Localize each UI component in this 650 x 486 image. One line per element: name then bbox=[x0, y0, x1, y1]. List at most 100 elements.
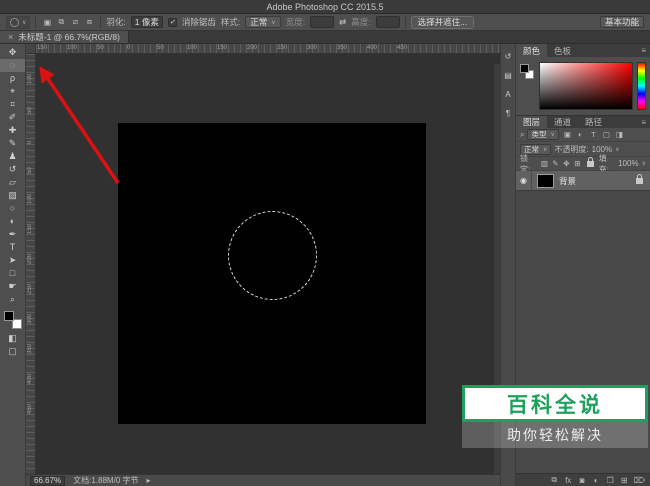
ruler-origin-corner[interactable] bbox=[26, 44, 36, 54]
subtract-selection-icon[interactable]: ⧄ bbox=[69, 16, 81, 28]
fill-value[interactable]: 100% bbox=[618, 159, 638, 168]
feather-input[interactable]: 1 像素 bbox=[131, 16, 163, 28]
tool-preset-picker[interactable]: ∨ bbox=[6, 16, 30, 29]
clone-stamp-tool[interactable]: ♟ bbox=[0, 150, 25, 163]
layer-name: 背景 bbox=[559, 175, 576, 187]
lasso-tool[interactable]: ρ bbox=[0, 72, 25, 85]
layer-group-icon[interactable]: ❒ bbox=[606, 476, 615, 485]
panel-menu-icon[interactable]: ≡ bbox=[637, 44, 650, 57]
hand-tool[interactable]: ☛ bbox=[0, 280, 25, 293]
workspace-switcher[interactable]: 基本功能 bbox=[600, 16, 644, 28]
tool-icon: ✒ bbox=[9, 230, 17, 239]
crop-tool[interactable]: ⌗ bbox=[0, 98, 25, 111]
tab-color[interactable]: 颜色 bbox=[516, 44, 547, 57]
shape-filter-icon[interactable]: ▢ bbox=[601, 129, 612, 140]
layer-effects-icon[interactable]: fx bbox=[564, 476, 573, 485]
lock-transparency-icon[interactable]: ▨ bbox=[539, 159, 549, 169]
tab-channels[interactable]: 通道 bbox=[547, 116, 578, 128]
history-brush-tool[interactable]: ↺ bbox=[0, 163, 25, 176]
elliptical-selection-marquee[interactable] bbox=[228, 211, 317, 300]
layer-visibility-toggle[interactable]: ◉ bbox=[516, 171, 532, 191]
lock-all-icon[interactable] bbox=[587, 161, 593, 167]
foreground-color-swatch[interactable] bbox=[520, 64, 529, 73]
elliptical-marquee-icon bbox=[10, 18, 19, 27]
tool-icon: ✐ bbox=[9, 113, 17, 122]
panel-menu-icon[interactable]: ≡ bbox=[637, 116, 650, 128]
blur-tool[interactable]: ○ bbox=[0, 202, 25, 215]
add-selection-icon[interactable]: ⧉ bbox=[55, 16, 67, 28]
check-icon: ✓ bbox=[169, 18, 175, 26]
lock-paint-icon[interactable]: ✎ bbox=[550, 159, 560, 169]
anti-alias-checkbox[interactable]: ✓ bbox=[168, 18, 177, 27]
watermark-title: 百科全说 bbox=[462, 385, 648, 422]
tab-paths[interactable]: 路径 bbox=[578, 116, 609, 128]
link-layers-icon[interactable]: ⧉ bbox=[550, 475, 559, 485]
tab-layers[interactable]: 图层 bbox=[516, 116, 547, 128]
close-tab-icon[interactable]: × bbox=[8, 32, 13, 42]
ruler-number: 300 bbox=[306, 44, 336, 53]
smart-object-filter-icon[interactable]: ◨ bbox=[614, 129, 625, 140]
intersect-selection-icon[interactable]: ⧈ bbox=[83, 16, 95, 28]
ruler-number: 200 bbox=[27, 234, 35, 264]
eraser-tool[interactable]: ▱ bbox=[0, 176, 25, 189]
paragraph-panel-icon[interactable]: ¶ bbox=[502, 107, 514, 119]
pixel-filter-icon[interactable]: ▣ bbox=[562, 129, 573, 140]
chevron-down-icon: ∨ bbox=[543, 146, 547, 153]
type-filter-icon[interactable]: T bbox=[588, 129, 599, 140]
quick-selection-tool[interactable]: ⌖ bbox=[0, 85, 25, 98]
delete-layer-icon[interactable]: ⌦ bbox=[634, 476, 645, 485]
tool-list: ✥ ◌ ρ ⌖ ⌗ ✐ ✚ bbox=[0, 46, 25, 306]
zoom-level-field[interactable]: 66.67% bbox=[30, 476, 65, 486]
path-selection-tool[interactable]: ➤ bbox=[0, 254, 25, 267]
lock-position-icon[interactable]: ✥ bbox=[561, 159, 571, 169]
ruler-number: 100 bbox=[27, 174, 35, 204]
tab-swatches[interactable]: 色板 bbox=[547, 44, 578, 57]
tool-icon: ⌗ bbox=[10, 100, 15, 109]
document-size-info: 文档:1.88M/0 字节 bbox=[73, 475, 138, 486]
layer-thumbnail[interactable] bbox=[537, 174, 554, 188]
screen-mode-button[interactable]: ▢ bbox=[0, 345, 25, 358]
zoom-tool[interactable]: ⌕ bbox=[0, 293, 25, 306]
tool-icon: T bbox=[10, 243, 16, 252]
hue-slider[interactable] bbox=[637, 62, 646, 110]
pen-tool[interactable]: ✒ bbox=[0, 228, 25, 241]
brush-tool[interactable]: ✎ bbox=[0, 137, 25, 150]
type-tool[interactable]: T bbox=[0, 241, 25, 254]
move-tool[interactable]: ✥ bbox=[0, 46, 25, 59]
select-and-mask-button[interactable]: 选择并遮住... bbox=[411, 16, 475, 29]
new-layer-icon[interactable]: ⊞ bbox=[620, 476, 629, 485]
background-lock-icon bbox=[636, 178, 643, 184]
dodge-tool[interactable]: ◐ bbox=[0, 215, 25, 228]
layers-panel-footer: ⧉ fx ◙ ◐ ❒ ⊞ ⌦ bbox=[516, 473, 650, 486]
canvas-pasteboard[interactable] bbox=[36, 54, 500, 474]
canvas-image[interactable] bbox=[118, 123, 426, 424]
adjustment-filter-icon[interactable]: ◐ bbox=[575, 129, 586, 140]
layer-mask-icon[interactable]: ◙ bbox=[578, 476, 587, 485]
properties-panel-icon[interactable]: ▤ bbox=[502, 69, 514, 81]
search-icon: ⌕ bbox=[520, 130, 524, 140]
document-window: 15010050050100150200250300350400450 1005… bbox=[26, 44, 500, 474]
character-panel-icon[interactable]: A bbox=[502, 88, 514, 100]
foreground-color-swatch[interactable] bbox=[4, 311, 14, 321]
new-selection-icon[interactable]: ▣ bbox=[41, 16, 53, 28]
style-dropdown[interactable]: 正常 ∨ bbox=[245, 16, 280, 28]
shape-tool[interactable]: □ bbox=[0, 267, 25, 280]
spot-healing-brush-tool[interactable]: ✚ bbox=[0, 124, 25, 137]
tool-icon: ○ bbox=[10, 204, 15, 213]
lock-artboard-icon[interactable]: ⊞ bbox=[572, 159, 582, 169]
swap-dimensions-icon[interactable]: ⇄ bbox=[339, 17, 346, 28]
layer-row-background[interactable]: ◉ 背景 bbox=[516, 171, 650, 191]
height-input[interactable] bbox=[376, 16, 400, 28]
quick-mask-button[interactable]: ◧ bbox=[0, 332, 25, 345]
gradient-tool[interactable]: ▨ bbox=[0, 189, 25, 202]
status-menu-chevron-icon[interactable]: ▸ bbox=[147, 476, 151, 485]
saturation-brightness-picker[interactable] bbox=[539, 62, 633, 110]
width-input[interactable] bbox=[310, 16, 334, 28]
history-panel-icon[interactable]: ↺ bbox=[502, 50, 514, 62]
eyedropper-tool[interactable]: ✐ bbox=[0, 111, 25, 124]
document-tab[interactable]: × 未标题-1 @ 66.7%(RGB/8) bbox=[0, 31, 129, 43]
elliptical-marquee-tool[interactable]: ◌ bbox=[0, 59, 25, 72]
ruler-number: 100 bbox=[66, 44, 96, 53]
adjustment-layer-icon[interactable]: ◐ bbox=[592, 476, 601, 485]
layer-filter-dropdown[interactable]: 类型 ∨ bbox=[527, 129, 558, 140]
